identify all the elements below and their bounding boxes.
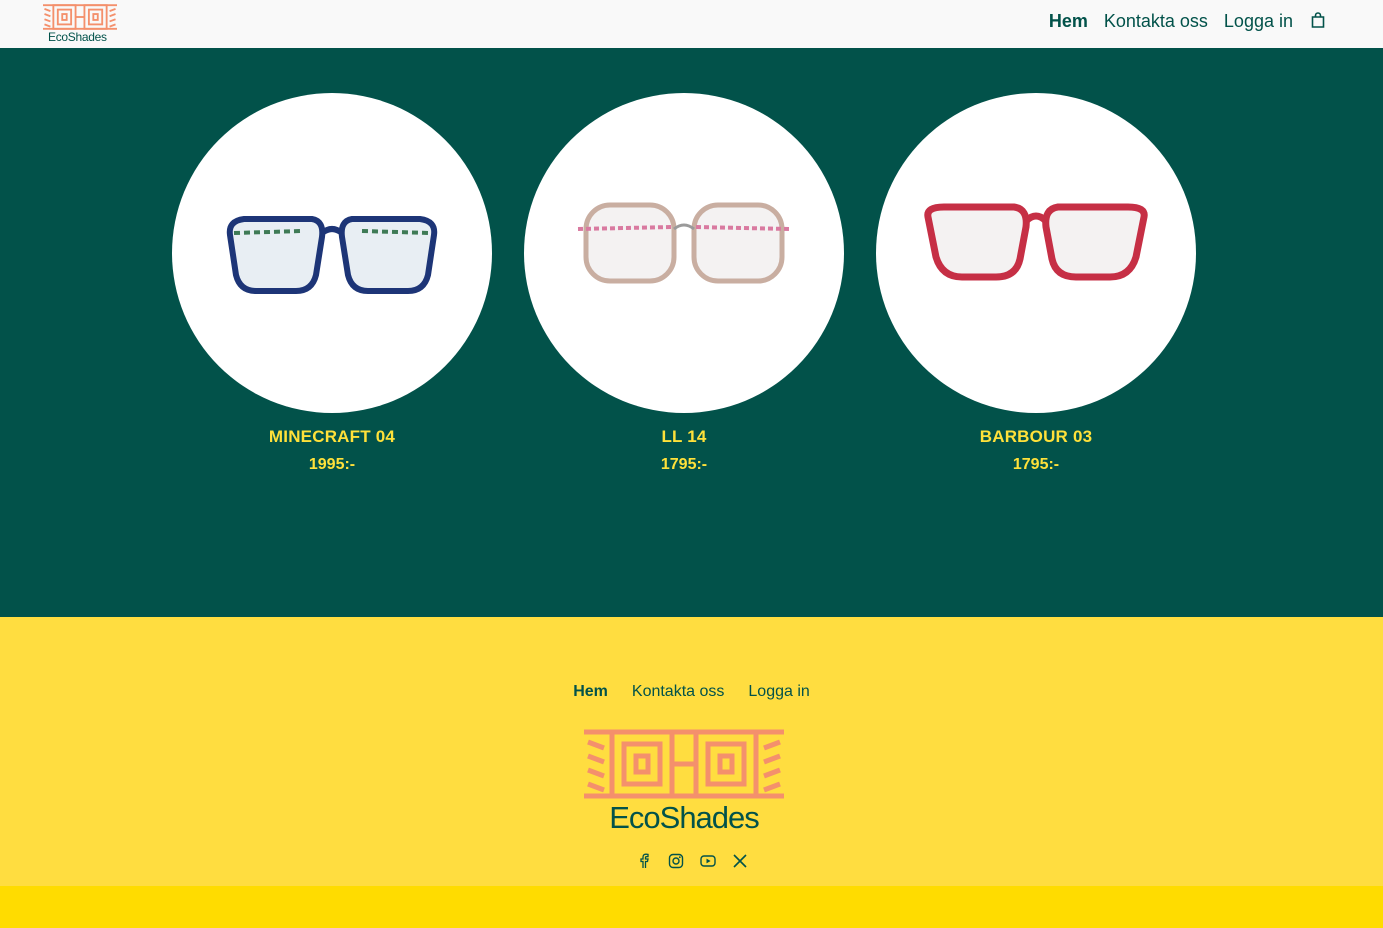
glasses-image — [577, 202, 791, 284]
main-nav: Hem Kontakta oss Logga in — [1033, 11, 1325, 32]
logo-pattern-icon — [584, 729, 784, 799]
footer-nav-home[interactable]: Hem — [573, 683, 608, 701]
product-price: 1995:- — [308, 456, 356, 473]
logo-pattern-icon — [43, 4, 117, 30]
nav-contact[interactable]: Kontakta oss — [1104, 11, 1208, 32]
facebook-icon[interactable] — [636, 853, 652, 869]
bottom-strip — [0, 886, 1383, 928]
youtube-icon[interactable] — [699, 853, 716, 869]
product-image[interactable] — [876, 93, 1196, 413]
footer-nav-contact[interactable]: Kontakta oss — [632, 683, 725, 701]
product-name[interactable]: LL 14 — [524, 427, 844, 447]
social-links — [0, 853, 1383, 869]
footer-nav-login[interactable]: Logga in — [748, 683, 809, 701]
product-image[interactable] — [524, 93, 844, 413]
product-card[interactable]: LL 14 1795:- — [524, 93, 844, 474]
nav-home[interactable]: Hem — [1049, 11, 1088, 32]
product-image[interactable] — [172, 93, 492, 413]
product-name[interactable]: BARBOUR 03 — [876, 427, 1196, 447]
brand-logo[interactable]: EcoShades — [43, 3, 117, 44]
footer-nav: Hem Kontakta oss Logga in — [0, 683, 1383, 701]
glasses-image — [226, 216, 438, 294]
product-price: 1795:- — [1012, 456, 1060, 473]
nav-login[interactable]: Logga in — [1224, 11, 1293, 32]
product-card[interactable]: MINECRAFT 04 1995:- — [172, 93, 492, 474]
product-name[interactable]: MINECRAFT 04 — [172, 427, 492, 447]
x-icon[interactable] — [732, 853, 748, 869]
top-navbar: EcoShades Hem Kontakta oss Logga in — [0, 0, 1383, 48]
footer-logo: EcoShades — [584, 728, 784, 836]
glasses-image — [924, 203, 1148, 281]
brand-wordmark: EcoShades — [48, 30, 107, 44]
product-price: 1795:- — [660, 456, 708, 473]
product-grid: MINECRAFT 04 1995:- LL 14 1795:- BARBOUR… — [0, 48, 1383, 617]
product-card[interactable]: BARBOUR 03 1795:- — [876, 93, 1196, 474]
brand-wordmark: EcoShades — [609, 800, 760, 835]
shopping-bag-icon[interactable] — [1311, 11, 1325, 28]
footer: Hem Kontakta oss Logga in EcoShades — [0, 617, 1383, 886]
instagram-icon[interactable] — [668, 853, 684, 869]
